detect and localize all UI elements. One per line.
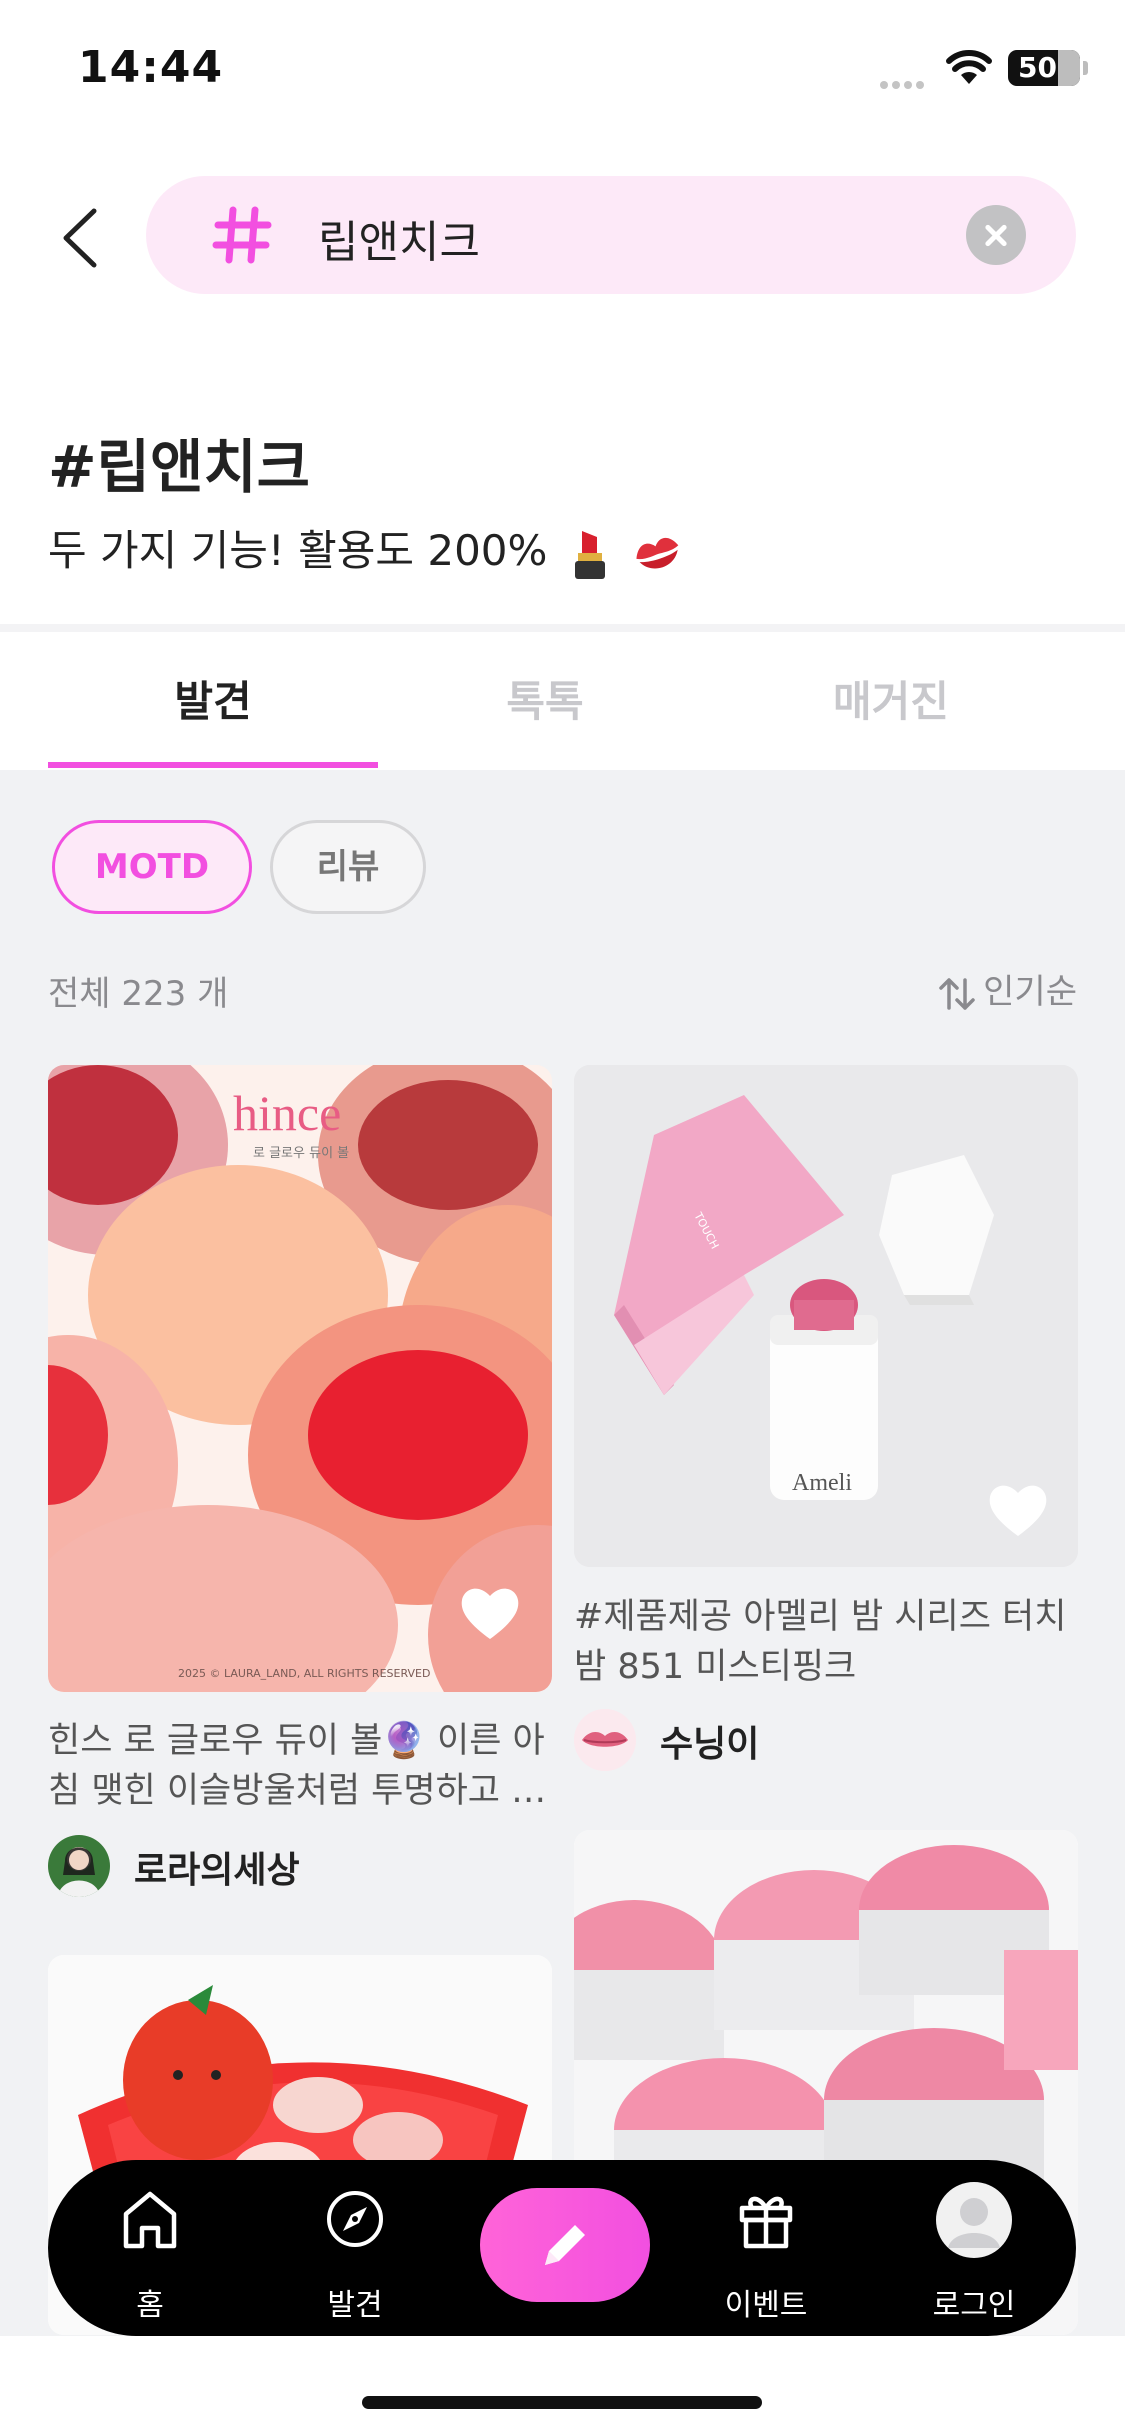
write-post-button[interactable]: [480, 2188, 650, 2302]
search-input[interactable]: 립앤치크: [318, 206, 480, 270]
lipstick-icon: [574, 530, 605, 579]
nav-login[interactable]: 로그인: [894, 2160, 1054, 2336]
avatar: [574, 1709, 636, 1771]
profile-avatar-icon: [936, 2182, 1012, 2258]
home-indicator-area: [0, 2336, 1125, 2436]
filter-chip-review[interactable]: 리뷰: [270, 820, 426, 914]
hashtag-search-bar[interactable]: 립앤치크: [146, 176, 1076, 294]
post-image[interactable]: hince 로 글로우 듀이 볼 2025 © LAURA_LAND, ALL …: [48, 1065, 552, 1692]
like-heart-icon[interactable]: [458, 1583, 522, 1643]
author-name: 로라의세상: [134, 1850, 300, 1891]
svg-text:Ameli: Ameli: [792, 1470, 852, 1496]
result-count: 전체 223 개: [48, 974, 229, 1014]
battery-icon: 50: [1008, 50, 1080, 86]
cellular-signal-icon: [880, 74, 928, 93]
nav-home[interactable]: 홈: [70, 2160, 230, 2336]
pencil-icon: [545, 2225, 585, 2265]
wifi-icon: [946, 50, 992, 84]
bottom-navigation: 홈 발견 이벤트 로그인: [48, 2160, 1076, 2336]
avatar: [48, 1835, 110, 1897]
home-icon: [123, 2191, 177, 2249]
sort-icon: [939, 977, 975, 1010]
divider: [0, 624, 1125, 632]
author-name: 수닝이: [660, 1724, 760, 1765]
kiss-mark-icon: [636, 537, 679, 568]
status-bar: 14:44 50: [0, 0, 1125, 140]
battery-cap: [1083, 61, 1088, 75]
svg-text:로 글로우 듀이 볼: 로 글로우 듀이 볼: [253, 1146, 349, 1161]
nav-discover[interactable]: 발견: [275, 2160, 435, 2336]
gift-icon: [739, 2196, 793, 2249]
top-section: 14:44 50 립앤치크 #립앤치크 두 가지 기능! 활용도 200%: [0, 0, 1125, 628]
post-image[interactable]: Ameli TOUCH: [574, 1065, 1078, 1567]
post-caption[interactable]: 힌스 로 글로우 듀이 볼🔮 이른 아침 맺힌 이슬방울처럼 투명하고 …: [48, 1716, 552, 1816]
sort-button[interactable]: 인기순: [937, 964, 1077, 1013]
post-author[interactable]: 로라의세상: [48, 1835, 552, 1897]
page-subtitle: 두 가지 기능! 활용도 200%: [48, 517, 684, 581]
compass-icon: [327, 2191, 383, 2247]
post-caption[interactable]: #제품제공 아멜리 밤 시리즈 터치밤 851 미스티핑크 @ameli_off…: [574, 1592, 1078, 1692]
clear-search-button[interactable]: [966, 205, 1026, 265]
tab-discover[interactable]: 발견: [48, 668, 378, 729]
back-arrow-icon[interactable]: [56, 205, 106, 271]
filter-chip-motd[interactable]: MOTD: [52, 820, 252, 914]
nav-home-label: 홈: [136, 2288, 164, 2323]
svg-text:hince: hince: [233, 1085, 341, 1141]
like-heart-icon[interactable]: [986, 1480, 1050, 1540]
tab-talk[interactable]: 톡톡: [380, 668, 710, 729]
post-author[interactable]: 수닝이: [574, 1709, 1078, 1771]
page-title: #립앤치크: [48, 433, 311, 501]
hashtag-icon: [212, 206, 272, 264]
svg-text:2025 © LAURA_LAND, ALL RIGHTS: 2025 © LAURA_LAND, ALL RIGHTS RESERVED: [178, 1667, 430, 1680]
subtitle-text: 두 가지 기능! 활용도 200%: [48, 526, 548, 575]
nav-events[interactable]: 이벤트: [686, 2160, 846, 2336]
status-time: 14:44: [78, 42, 224, 93]
tab-magazine[interactable]: 매거진: [726, 668, 1056, 729]
content-tabs: 발견 톡톡 매거진: [0, 632, 1125, 770]
sort-label: 인기순: [983, 972, 1077, 1012]
home-indicator[interactable]: [362, 2396, 762, 2409]
nav-events-label: 이벤트: [724, 2288, 808, 2323]
active-tab-indicator: [48, 762, 378, 768]
nav-discover-label: 발견: [327, 2288, 383, 2323]
nav-login-label: 로그인: [932, 2288, 1016, 2323]
